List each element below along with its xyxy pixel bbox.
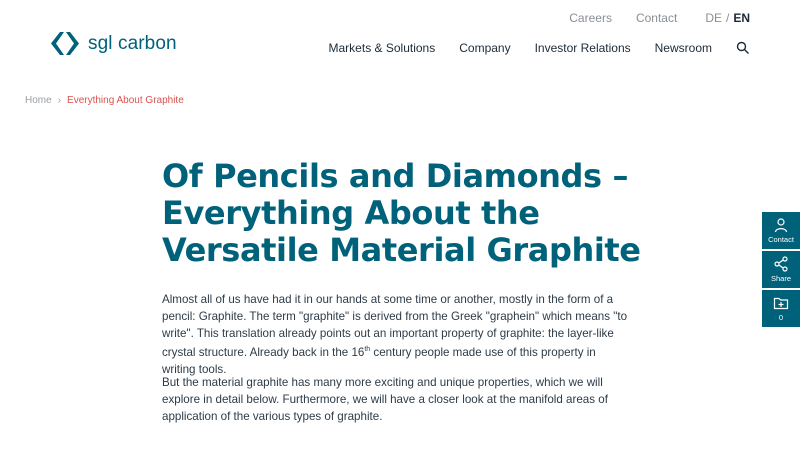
breadcrumb: Home › Everything About Graphite	[25, 95, 184, 106]
chevron-right-icon: ›	[57, 95, 62, 106]
contact-sidebar-label: Contact	[768, 235, 794, 244]
folder-count: 0	[778, 313, 784, 322]
sticky-sidebar: Contact Share 0	[762, 212, 800, 327]
body-paragraph: But the material graphite has many more …	[162, 376, 608, 423]
contact-link[interactable]: Contact	[636, 11, 677, 25]
share-sidebar-label: Share	[770, 274, 791, 283]
person-icon	[774, 218, 788, 233]
top-utility-bar: Careers Contact DE / EN	[569, 11, 750, 25]
sgl-carbon-logo-icon	[51, 32, 79, 55]
nav-investor-relations[interactable]: Investor Relations	[535, 41, 631, 55]
language-switcher: DE / EN	[705, 11, 750, 25]
logo[interactable]: sgl carbon	[50, 30, 177, 57]
page-title: Of Pencils and Diamonds – Everything Abo…	[162, 157, 641, 269]
share-icon	[774, 256, 788, 272]
brand-name: sgl carbon	[88, 32, 177, 54]
share-sidebar-button[interactable]: Share	[762, 251, 800, 288]
search-icon[interactable]	[736, 41, 750, 55]
lang-de[interactable]: DE	[705, 11, 722, 25]
contact-sidebar-button[interactable]: Contact	[762, 212, 800, 249]
folder-add-icon	[773, 297, 789, 310]
lang-separator: /	[725, 11, 730, 25]
main-navigation: Markets & Solutions Company Investor Rel…	[329, 41, 750, 55]
lang-en[interactable]: EN	[733, 11, 750, 25]
nav-newsroom[interactable]: Newsroom	[655, 41, 712, 55]
nav-markets-solutions[interactable]: Markets & Solutions	[329, 41, 436, 55]
breadcrumb-home[interactable]: Home	[25, 95, 52, 106]
intro-paragraph: Almost all of us have had it in our hand…	[162, 292, 632, 379]
careers-link[interactable]: Careers	[569, 11, 612, 25]
folder-sidebar-button[interactable]: 0	[762, 290, 800, 327]
breadcrumb-current: Everything About Graphite	[67, 95, 184, 106]
nav-company[interactable]: Company	[459, 41, 510, 55]
